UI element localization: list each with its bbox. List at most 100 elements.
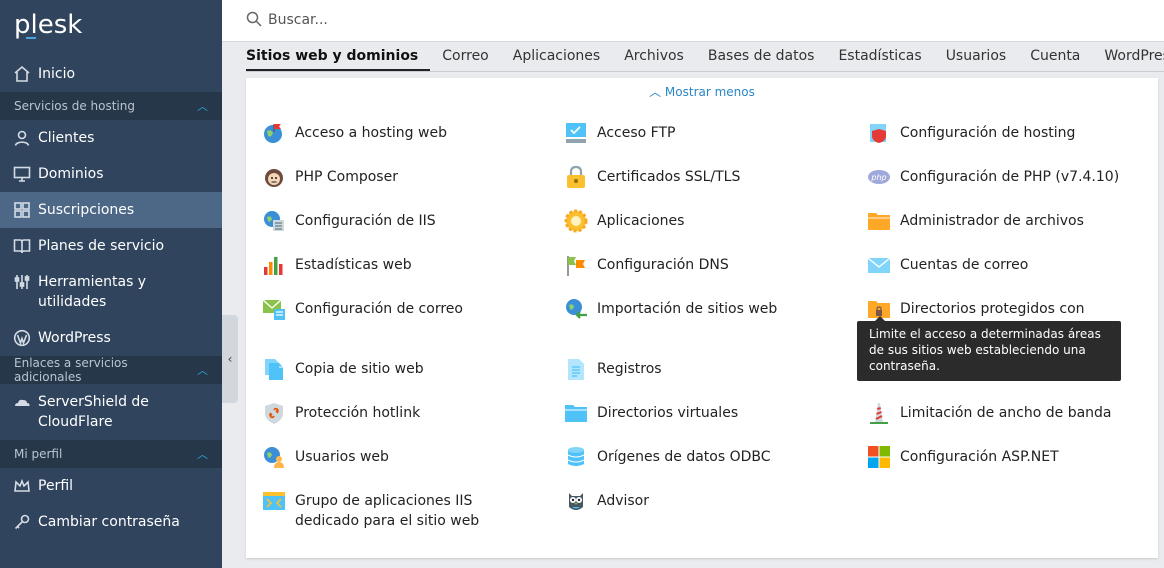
sidebar-item-tools[interactable]: Herramientas y utilidades [0,264,222,320]
tool-advisor[interactable]: Advisor [564,491,649,513]
sidebar-item-profile[interactable]: Perfil [0,468,222,504]
tool-dns-settings[interactable]: Configuración DNS [564,255,729,277]
tool-password-protected-dirs[interactable]: Directorios protegidos con [867,299,1085,321]
tool-web-hosting-access[interactable]: Acceso a hosting web [262,123,447,145]
tool-website-copy[interactable]: Copia de sitio web [262,359,424,381]
tab-wordpress[interactable]: WordPress [1092,44,1164,71]
tool-web-users[interactable]: Usuarios web [262,447,389,469]
section-label: Mi perfil [14,447,63,461]
section-profile[interactable]: Mi perfil ︿ [0,440,222,468]
iis-globe-icon [264,211,284,231]
composer-icon [265,169,283,187]
mail-settings-icon [262,299,285,320]
gear-icon [564,209,588,233]
tool-label: Registros [597,361,662,377]
php-icon: php [868,170,890,184]
tool-ftp-access[interactable]: Acceso FTP [564,123,675,145]
tooltip: Limite el acceso a determinadas áreas de… [857,316,1121,381]
sidebar: plesk Inicio Servicios de hosting ︿ Clien… [0,0,222,568]
tool-label: Protección hotlink [295,405,421,421]
tool-label: Aplicaciones [597,213,685,229]
plesk-logo[interactable]: plesk [0,0,222,52]
sidebar-item-servershield[interactable]: ServerShield de CloudFlare [0,384,222,440]
tool-logs[interactable]: Registros [564,359,662,381]
tool-label: Grupo de aplicaciones IIS dedicado para … [295,493,480,529]
key-icon [13,513,31,531]
tool-label: Configuración de PHP (v7.4.10) [900,169,1120,185]
tool-php-settings[interactable]: php Configuración de PHP (v7.4.10) [867,167,1119,189]
sidebar-item-domains[interactable]: Dominios [0,156,222,192]
tool-iis-app-pool[interactable]: Grupo de aplicaciones IIS dedicado para … [262,491,532,531]
globe-flag-icon [264,124,282,143]
chevron-up-icon: ︿ [649,85,665,99]
tab-files[interactable]: Archivos [612,44,696,71]
section-label: Servicios de hosting [14,99,135,113]
shield-link-icon [265,403,283,424]
sidebar-item-home[interactable]: Inicio [0,56,222,92]
tool-virtual-directories[interactable]: Directorios virtuales [564,403,738,425]
bandwidth-tower-icon [870,403,888,424]
sidebar-item-change-password[interactable]: Cambiar contraseña [0,504,222,540]
dns-flags-icon [567,256,585,276]
search-input[interactable] [268,8,868,32]
section-links[interactable]: Enlaces a servicios adicionales ︿ [0,356,222,384]
database-icon [567,447,585,466]
sidebar-item-plans[interactable]: Planes de servicio [0,228,222,264]
tool-php-composer[interactable]: PHP Composer [262,167,398,189]
envelope-icon [867,257,891,273]
tool-ssl-certificates[interactable]: Certificados SSL/TLS [564,165,741,189]
app-pool-icon [263,492,285,510]
sidebar-item-subscriptions[interactable]: Suscripciones [0,192,222,228]
sidebar-collapse-button[interactable]: ‹ [222,315,238,403]
wordpress-icon [13,329,31,347]
tool-label: Importación de sitios web [597,301,778,317]
tool-label: Orígenes de datos ODBC [597,449,771,465]
tab-statistics[interactable]: Estadísticas [826,44,933,71]
tool-label: Limitación de ancho de banda [900,405,1112,421]
owl-icon [569,493,583,510]
tool-label: Cuentas de correo [900,257,1029,273]
web-users-icon [264,447,284,468]
tab-users[interactable]: Usuarios [934,44,1019,71]
tool-odbc-data-sources[interactable]: Orígenes de datos ODBC [564,447,771,469]
tool-bandwidth-limiting[interactable]: Limitación de ancho de banda [867,403,1112,425]
top-bar [222,0,1164,42]
section-label: Enlaces a servicios adicionales [14,356,128,384]
copy-document-icon [265,359,283,380]
tab-applications[interactable]: Aplicaciones [501,44,612,71]
tool-label: Usuarios web [295,449,389,465]
tool-label: Acceso a hosting web [295,125,447,141]
tab-account[interactable]: Cuenta [1018,44,1092,71]
section-hosting[interactable]: Servicios de hosting ︿ [0,92,222,120]
tool-label: Certificados SSL/TLS [597,169,741,185]
tool-website-import[interactable]: Importación de sitios web [564,299,777,321]
tooltip-text: Limite el acceso a determinadas áreas de… [869,327,1101,373]
book-icon [13,237,31,255]
tool-aspnet-settings[interactable]: Configuración ASP.NET [867,446,1059,469]
grid-icon [13,201,31,219]
sidebar-item-label: Inicio [38,66,76,82]
sidebar-item-wordpress[interactable]: WordPress [0,320,222,356]
tab-websites-domains[interactable]: Sitios web y dominios [246,44,431,71]
tab-bar: Sitios web y dominios Correo Aplicacione… [246,44,1164,72]
tools-panel: ︿ Mostrar menos Acceso a hosting web PHP… [246,78,1158,558]
tool-file-manager[interactable]: Administrador de archivos [867,211,1084,233]
sidebar-item-label: Herramientas y utilidades [38,274,147,310]
chevron-up-icon: ︿ [197,364,208,377]
tab-databases[interactable]: Bases de datos [696,44,827,71]
tool-iis-settings[interactable]: Configuración de IIS [262,211,436,233]
tool-hosting-settings[interactable]: Configuración de hosting [867,123,1075,145]
sidebar-item-clients[interactable]: Clientes [0,120,222,156]
show-less-link[interactable]: ︿ Mostrar menos [246,83,1158,100]
tool-applications[interactable]: Aplicaciones [564,209,685,233]
tool-web-statistics[interactable]: Estadísticas web [262,255,412,277]
show-less-label: Mostrar menos [664,85,755,99]
tab-mail[interactable]: Correo [430,44,500,71]
tool-mail-settings[interactable]: Configuración de correo [262,299,463,321]
tool-hotlink-protection[interactable]: Protección hotlink [262,403,420,425]
bar-chart-icon [264,257,283,275]
tool-label: Advisor [597,493,650,509]
tool-mail-accounts[interactable]: Cuentas de correo [867,255,1028,277]
tool-label: Copia de sitio web [295,361,424,377]
tool-label: Configuración ASP.NET [900,449,1059,465]
